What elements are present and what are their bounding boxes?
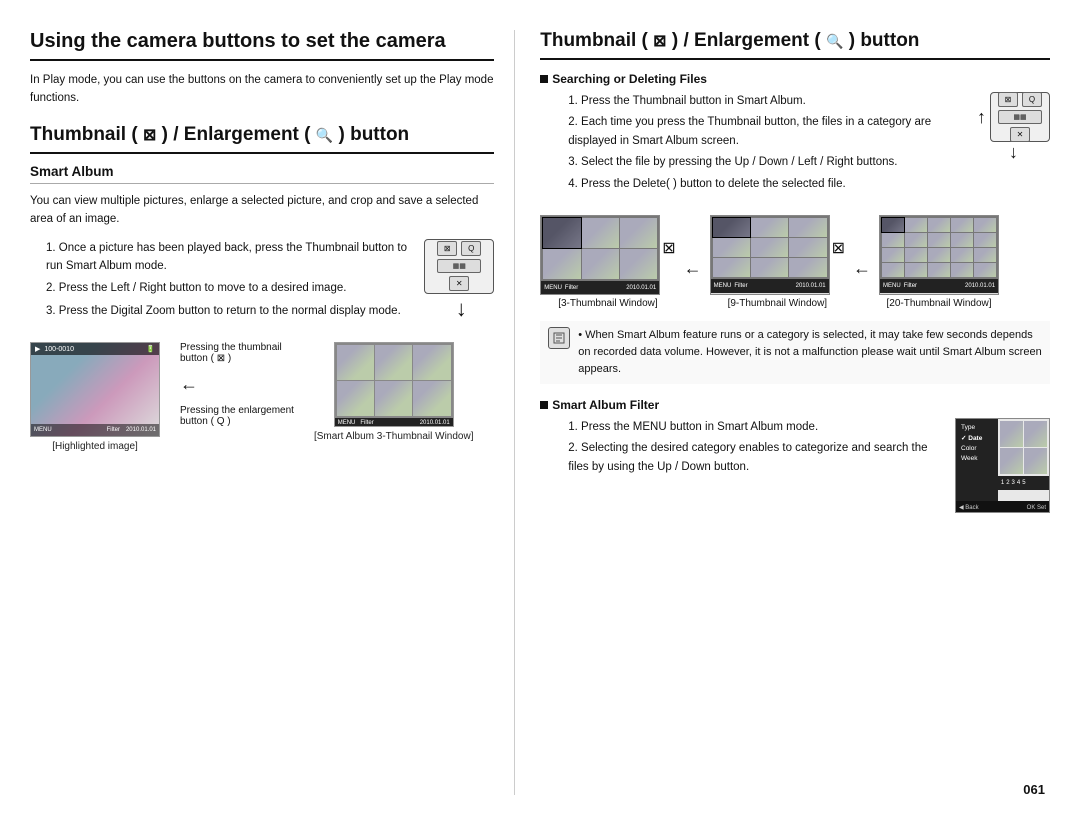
pressing-enlargement-label: Pressing the enlargementbutton ( Q )	[180, 405, 294, 427]
filter-steps: 1. Press the MENU button in Smart Album …	[540, 418, 1050, 476]
right-column: Thumbnail ( ⊠ ) / Enlargement ( 🔍 ) butt…	[515, 30, 1050, 795]
step-1: 1. Once a picture has been played back, …	[30, 239, 412, 276]
cam-btn-wide: ▦▦	[437, 259, 481, 273]
filter-step-2: 2. Selecting the desired category enable…	[552, 439, 1050, 476]
filter-step-1: 1. Press the MENU button in Smart Album …	[552, 418, 1050, 436]
step-3: 3. Press the Digital Zoom button to retu…	[30, 302, 412, 320]
using-title: Using the camera buttons to set the came…	[30, 30, 494, 61]
smart-album-subtitle: Smart Album	[30, 164, 494, 184]
highlighted-caption: [Highlighted image]	[52, 441, 138, 452]
note-icon	[548, 327, 570, 349]
bullet-icon	[540, 75, 548, 83]
pressing-thumbnail-label: Pressing the thumbnailbutton ( ⊠ )	[180, 342, 294, 364]
smart-album-body: You can view multiple pictures, enlarge …	[30, 192, 494, 229]
20-thumb-window: MENUFilter2010.01.01 [20-Thumbnail Windo…	[879, 215, 999, 309]
r-step-2: 2. Each time you press the Thumbnail but…	[552, 113, 1050, 150]
3-thumb-caption: [3-Thumbnail Window]	[558, 298, 657, 309]
smart-album-steps: 1. Once a picture has been played back, …	[30, 239, 412, 321]
arrow-down: ↓	[456, 298, 467, 320]
filter-title: Smart Album Filter	[540, 398, 1050, 412]
smart-album-filter-section: Smart Album Filter Type ✓ Date Color Wee…	[540, 398, 1050, 513]
20-thumb-box: MENUFilter2010.01.01	[879, 215, 999, 295]
cam-btn-x: ✕	[449, 276, 469, 291]
highlighted-image: ▶ 100-0010 🔋 MENUFilter2010.01.01	[30, 342, 160, 437]
searching-section: Searching or Deleting Files ↑ ⊠ Q ▦▦	[540, 72, 1050, 193]
page-number: 061	[1023, 782, 1045, 797]
illustration-area: ▶ 100-0010 🔋 MENUFilter2010.01.01 [Highl…	[30, 342, 494, 452]
thumbnail-windows-row: MENUFilter2010.01.01 ⊠ [3-Thumbnail Wind…	[540, 215, 1050, 309]
right-thumbnail-title: Thumbnail ( ⊠ ) / Enlargement ( 🔍 ) butt…	[540, 30, 1050, 60]
arrow-left-2: ←	[853, 258, 871, 279]
r-step-1: 1. Press the Thumbnail button in Smart A…	[552, 92, 1050, 110]
note-text: • When Smart Album feature runs or a cat…	[578, 327, 1042, 378]
r-step-3: 3. Select the file by pressing the Up / …	[552, 153, 1050, 171]
3-thumb-box: MENUFilter2010.01.01	[540, 215, 660, 295]
3-thumb-window: MENUFilter2010.01.01 ⊠ [3-Thumbnail Wind…	[540, 215, 675, 309]
filter-bullet-icon	[540, 401, 548, 409]
filter-nav-bar: ◀ BackOK Set	[956, 501, 1049, 513]
9-thumb-box: MENUFilter2010.01.01	[710, 215, 830, 295]
arrow-left-1: ←	[684, 258, 702, 279]
camera-buttons-illustration: ⊠ Q ▦▦ ✕	[424, 239, 494, 294]
smart-album-window: MENUFilter2010.01.01	[334, 342, 454, 427]
note-box: • When Smart Album feature runs or a cat…	[540, 321, 1050, 384]
9-thumb-window: MENUFilter2010.01.01 ⊠ [9-Thumbnail Wind…	[710, 215, 845, 309]
intro-text: In Play mode, you can use the buttons on…	[30, 71, 494, 108]
cam-btn-grid: ⊠	[437, 241, 457, 256]
9-thumb-caption: [9-Thumbnail Window]	[728, 298, 827, 309]
r-step-4: 4. Press the Delete( ) button to delete …	[552, 175, 1050, 193]
cam-btn-zoom: Q	[461, 241, 481, 256]
step-2: 2. Press the Left / Right button to move…	[30, 279, 412, 297]
searching-steps: 1. Press the Thumbnail button in Smart A…	[540, 92, 1050, 193]
smart-album-caption: [Smart Album 3-Thumbnail Window]	[314, 431, 474, 442]
left-thumbnail-title: Thumbnail ( ⊠ ) / Enlargement ( 🔍 ) butt…	[30, 124, 494, 154]
left-column: Using the camera buttons to set the came…	[30, 30, 515, 795]
20-thumb-caption: [20-Thumbnail Window]	[887, 298, 992, 309]
searching-title: Searching or Deleting Files	[540, 72, 1050, 86]
